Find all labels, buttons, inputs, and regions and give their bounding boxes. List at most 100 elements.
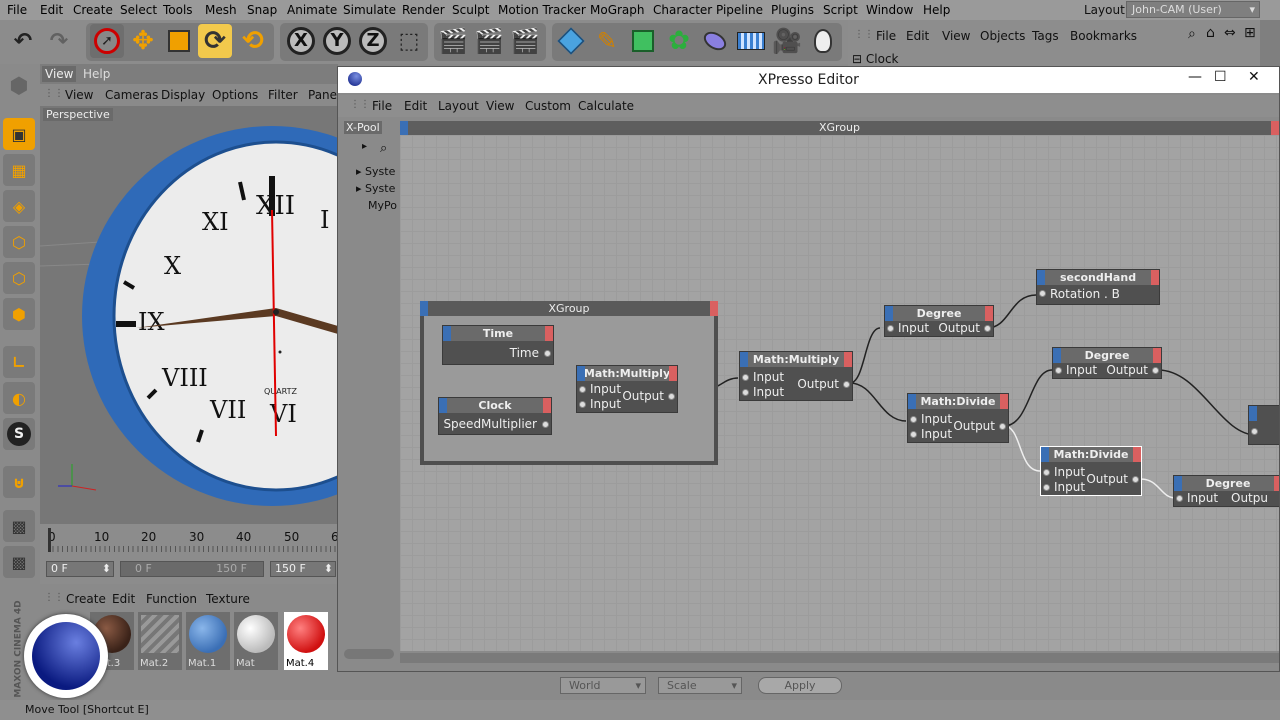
input-port[interactable]: Input	[921, 427, 952, 441]
material-swatch-selected[interactable]: Mat.4	[284, 612, 328, 670]
menu-file[interactable]: File	[7, 3, 27, 17]
search-icon[interactable]: ⌕	[380, 141, 387, 156]
workplane-button[interactable]: ◈	[3, 190, 35, 222]
xmenu-file[interactable]: File	[372, 99, 392, 113]
menu-snap[interactable]: Snap	[247, 3, 277, 17]
rotation-b-port[interactable]: Rotation . B	[1050, 287, 1120, 301]
degree-node-2[interactable]: Degree Input Output	[1052, 347, 1162, 379]
input-port[interactable]: Input	[590, 397, 621, 411]
math-divide-node-2[interactable]: Math:Divide Input Input Output	[1040, 446, 1142, 496]
objmgr-menu-bookmarks[interactable]: Bookmarks	[1070, 29, 1137, 43]
object-tree-row[interactable]: ⊟ Clock	[852, 52, 899, 66]
tab-view[interactable]: View	[42, 66, 77, 82]
input-port[interactable]: Input	[1066, 363, 1097, 377]
clock-node[interactable]: Clock SpeedMultiplier	[438, 397, 552, 435]
expand-arrow-icon[interactable]: ▸	[362, 141, 367, 152]
input-port[interactable]: Input	[1187, 491, 1218, 505]
edges-mode-button[interactable]: ⬡	[3, 262, 35, 294]
input-port[interactable]: Input	[898, 321, 929, 335]
tweak-mode-button[interactable]: ◐	[3, 382, 35, 414]
second-hand-node[interactable]: secondHand Rotation . B	[1036, 269, 1160, 305]
vp-menu-filter[interactable]: Filter	[268, 88, 298, 102]
partial-node[interactable]	[1248, 405, 1279, 445]
home-icon[interactable]: ⌂	[1206, 25, 1215, 41]
menu-simulate[interactable]: Simulate	[343, 3, 396, 17]
menu-script[interactable]: Script	[823, 3, 858, 17]
menu-render[interactable]: Render	[402, 3, 445, 17]
texture-mode-button[interactable]: ▦	[3, 154, 35, 186]
output-port-dot[interactable]	[843, 381, 850, 388]
menu-mesh[interactable]: Mesh	[205, 3, 237, 17]
xpresso-titlebar[interactable]: XPresso Editor — ☐ ✕	[338, 67, 1279, 93]
rotate-tool-button[interactable]: ⟳	[198, 24, 232, 58]
playhead[interactable]	[48, 528, 51, 552]
output-port-dot[interactable]	[668, 393, 675, 400]
perspective-viewport[interactable]: Perspective XII I XI X IX VIII VII VI QU…	[40, 106, 338, 524]
degree-node-3[interactable]: Degree Input Outpu	[1173, 475, 1279, 507]
menu-character[interactable]: Character	[653, 3, 712, 17]
menu-animate[interactable]: Animate	[287, 3, 337, 17]
xpool-tab[interactable]: X-Pool	[344, 121, 382, 134]
menu-mograph[interactable]: MoGraph	[590, 3, 645, 17]
material-swatch[interactable]: Mat	[234, 612, 278, 670]
menu-pipeline[interactable]: Pipeline	[716, 3, 763, 17]
pen-tool-button[interactable]: ✎	[590, 24, 624, 58]
pool-item[interactable]: MyPo	[368, 199, 397, 212]
render-view-button[interactable]: 🎬	[436, 24, 470, 58]
output-port-dot[interactable]	[1132, 476, 1139, 483]
vp-menu-panel[interactable]: Panel	[308, 88, 340, 102]
output-port[interactable]: Outpu	[1231, 491, 1268, 505]
floor-button[interactable]	[734, 24, 768, 58]
search-icon[interactable]: ⌕	[1188, 26, 1196, 42]
minimize-icon[interactable]: —	[1188, 69, 1202, 85]
speed-multiplier-port[interactable]: SpeedMultiplier	[443, 417, 537, 431]
objmgr-menu-file[interactable]: File	[876, 29, 896, 43]
deformer-button[interactable]	[698, 24, 732, 58]
vp-menu-options[interactable]: Options	[212, 88, 258, 102]
menu-create[interactable]: Create	[73, 3, 113, 17]
time-node[interactable]: Time Time	[442, 325, 554, 365]
objmgr-menu-objects[interactable]: Objects	[980, 29, 1025, 43]
time-output-port[interactable]: Time	[510, 346, 539, 360]
output-port[interactable]: Output	[953, 419, 995, 433]
output-port[interactable]: Output	[938, 321, 980, 335]
input-port[interactable]: Input	[753, 385, 784, 399]
new-window-icon[interactable]: ⊞	[1244, 25, 1256, 41]
output-port[interactable]: Output	[797, 377, 839, 391]
output-port-dot[interactable]	[984, 325, 991, 332]
world-select[interactable]: World ▾	[560, 677, 646, 694]
input-port-dot[interactable]	[742, 389, 749, 396]
menu-select[interactable]: Select	[120, 3, 157, 17]
xpresso-node-canvas[interactable]: XGroup Time Time Clock SpeedMultiplier M…	[400, 135, 1279, 651]
grid-lock-button[interactable]: ▩	[3, 510, 35, 542]
redo-button[interactable]: ↷	[42, 24, 76, 58]
xmenu-calculate[interactable]: Calculate	[578, 99, 634, 113]
menu-plugins[interactable]: Plugins	[771, 3, 814, 17]
undo-button[interactable]: ↶	[6, 24, 40, 58]
arrows-icon[interactable]: ⇔	[1224, 25, 1236, 41]
y-axis-button[interactable]: Y	[320, 24, 354, 58]
layout-select[interactable]: John-CAM (User) ▾	[1126, 1, 1260, 18]
camera-button[interactable]: 🎥	[770, 24, 804, 58]
x-axis-button[interactable]: X	[284, 24, 318, 58]
input-port-dot[interactable]	[579, 401, 586, 408]
output-port-dot[interactable]	[1152, 367, 1159, 374]
input-port-dot[interactable]	[579, 386, 586, 393]
input-port[interactable]: Input	[753, 370, 784, 384]
output-port[interactable]: Output	[622, 389, 664, 403]
coordinate-system-button[interactable]: ⬚	[392, 24, 426, 58]
output-port-dot[interactable]	[544, 350, 551, 357]
scale-tool-button[interactable]	[162, 24, 196, 58]
scale-select[interactable]: Scale ▾	[658, 677, 742, 694]
objmgr-menu-edit[interactable]: Edit	[906, 29, 929, 43]
canvas-bottom-scrollbar[interactable]	[400, 653, 1279, 663]
menu-help[interactable]: Help	[923, 3, 950, 17]
z-axis-button[interactable]: Z	[356, 24, 390, 58]
pool-item[interactable]: ▸ Syste	[356, 165, 395, 178]
current-frame-field[interactable]: 0 F ⬍	[46, 561, 114, 577]
pool-scrollbar[interactable]	[344, 649, 394, 659]
timeline[interactable]: 0 10 20 30 40 50 6 0 F ⬍ 0 F 150 F 150 F ⬍	[40, 524, 339, 584]
menu-tools[interactable]: Tools	[163, 3, 193, 17]
objects-side-tab[interactable]	[1260, 20, 1280, 68]
xmenu-edit[interactable]: Edit	[404, 99, 427, 113]
